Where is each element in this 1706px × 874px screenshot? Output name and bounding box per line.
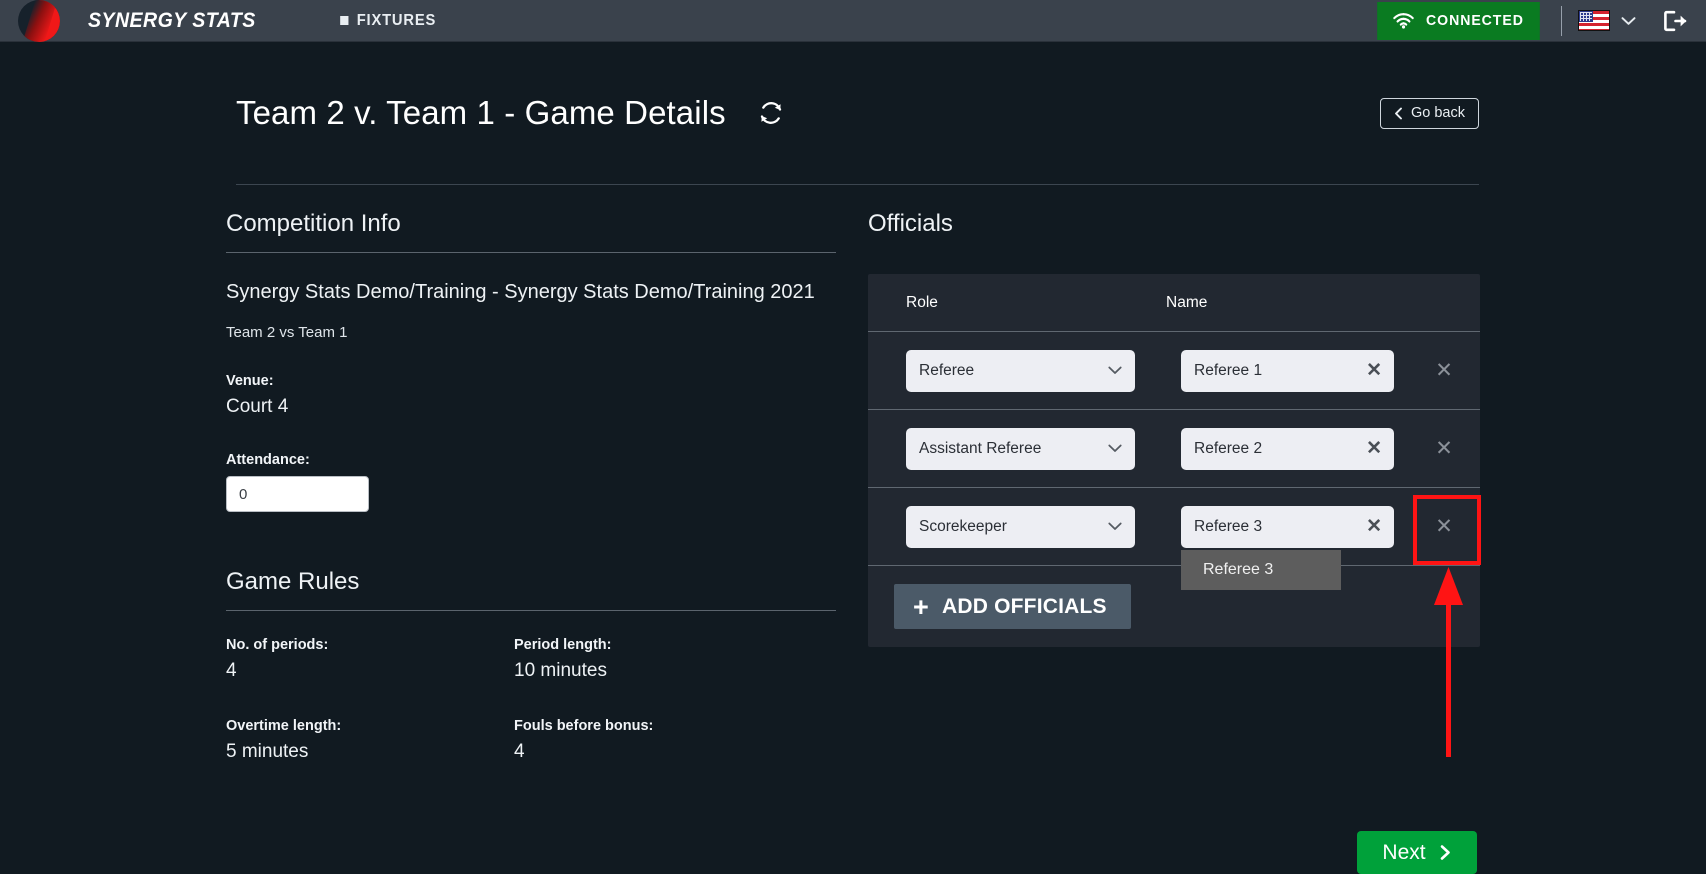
us-flag-icon[interactable] (1578, 10, 1610, 31)
square-bullet-icon (340, 16, 349, 25)
go-back-label: Go back (1411, 105, 1465, 121)
role-select[interactable]: Referee (906, 349, 1135, 392)
table-row: Scorekeeper Referee 3 ✕ ✕ Referee 3 (868, 488, 1481, 590)
competition-info-column: Competition Info Synergy Stats Demo/Trai… (226, 210, 836, 763)
rule-value: 10 minutes (514, 660, 607, 681)
table-row: Assistant Referee Referee 2 ✕ ✕ (868, 410, 1480, 488)
top-navigation-bar: SYNERGY STATS FIXTURES CONNECTED (0, 0, 1706, 42)
close-icon[interactable]: ✕ (1366, 516, 1382, 537)
rule-field: Period length: 10 minutes (514, 637, 836, 682)
officials-title: Officials (868, 210, 953, 237)
attendance-block: Attendance: (226, 452, 836, 512)
page-title: Team 2 v. Team 1 - Game Details (236, 94, 726, 131)
role-select-wrapper: Scorekeeper (906, 505, 1135, 548)
competition-name: Synergy Stats Demo/Training - Synergy St… (226, 281, 815, 303)
competition-matchup: Team 2 vs Team 1 (226, 324, 348, 341)
officials-table: Role Name Referee Referee 1 ✕ ✕ Assistan… (868, 274, 1481, 647)
app-logo[interactable] (0, 0, 78, 42)
nav-items: FIXTURES (336, 12, 440, 30)
attendance-input[interactable] (226, 476, 369, 512)
rule-value: 5 minutes (226, 741, 309, 762)
venue-block: Venue: Court 4 (226, 373, 836, 418)
nav-item-fixtures-label: FIXTURES (357, 11, 437, 29)
rule-field: No. of periods: 4 (226, 637, 514, 682)
role-select[interactable]: Assistant Referee (906, 427, 1135, 470)
add-officials-label: ADD OFFICIALS (941, 594, 1107, 618)
delete-official-row-button[interactable]: ✕ (1433, 359, 1455, 382)
chevron-down-icon[interactable] (1621, 16, 1636, 26)
officials-table-header: Role Name (868, 274, 1480, 332)
rule-value: 4 (514, 741, 525, 762)
page-content: Team 2 v. Team 1 - Game Details Go back … (0, 42, 1706, 874)
officials-column: Officials Role Name Referee Referee 1 ✕ (868, 210, 1481, 647)
competition-info-title: Competition Info (226, 210, 401, 237)
next-label: Next (1382, 840, 1426, 864)
game-rules-title: Game Rules (226, 568, 360, 595)
header-divider (236, 184, 1479, 185)
official-name-wrapper: Referee 2 ✕ (1181, 427, 1394, 470)
connection-status-label: CONNECTED (1426, 12, 1524, 29)
rule-field: Fouls before bonus: 4 (514, 718, 836, 763)
attendance-label: Attendance: (226, 452, 310, 468)
close-icon[interactable]: ✕ (1366, 360, 1382, 381)
venue-value: Court 4 (226, 396, 289, 417)
table-row: Referee Referee 1 ✕ ✕ (868, 332, 1480, 410)
rule-label: No. of periods: (226, 637, 329, 653)
rule-value: 4 (226, 660, 237, 681)
delete-official-row-button[interactable]: ✕ (1413, 494, 1481, 565)
wifi-icon (1393, 13, 1414, 29)
rule-field: Overtime length: 5 minutes (226, 718, 514, 763)
add-officials-button[interactable]: + ADD OFFICIALS (894, 584, 1131, 629)
synergy-logo-icon (18, 0, 60, 42)
column-header-role: Role (906, 293, 938, 311)
role-select-wrapper: Referee (906, 349, 1135, 392)
official-name-input[interactable]: Referee 1 (1181, 349, 1394, 392)
rule-label: Fouls before bonus: (514, 718, 654, 734)
game-rules-grid: No. of periods: 4 Period length: 10 minu… (226, 637, 836, 763)
official-name-wrapper: Referee 3 ✕ (1181, 505, 1394, 548)
close-icon[interactable]: ✕ (1366, 438, 1382, 459)
page-header-row: Team 2 v. Team 1 - Game Details Go back (236, 94, 1479, 132)
officials-table-footer: + ADD OFFICIALS (868, 566, 1480, 647)
chevron-left-icon (1395, 107, 1402, 119)
competition-info-divider (226, 252, 836, 253)
toolbar-divider (1561, 5, 1562, 36)
next-button[interactable]: Next (1357, 831, 1477, 874)
nav-item-fixtures[interactable]: FIXTURES (340, 11, 437, 30)
rule-label: Overtime length: (226, 718, 342, 734)
brand-title: SYNERGY STATS (88, 8, 256, 32)
official-name-input[interactable]: Referee 2 (1181, 427, 1394, 470)
role-select[interactable]: Scorekeeper (906, 505, 1135, 548)
official-name-wrapper: Referee 1 ✕ (1181, 349, 1394, 392)
rule-label: Period length: (514, 637, 612, 653)
chevron-right-icon (1440, 845, 1450, 860)
delete-official-row-button[interactable]: ✕ (1433, 437, 1455, 460)
venue-label: Venue: (226, 373, 274, 389)
official-name-input[interactable]: Referee 3 (1181, 505, 1394, 548)
refresh-button[interactable] (758, 100, 784, 126)
autocomplete-suggestion-item[interactable]: Referee 3 (1181, 550, 1341, 590)
refresh-icon (760, 102, 781, 124)
topbar-right-group: CONNECTED (1372, 0, 1706, 42)
plus-icon: + (913, 591, 929, 622)
logout-icon[interactable] (1662, 9, 1688, 33)
game-rules-divider (226, 610, 836, 611)
column-header-name: Name (1166, 293, 1208, 311)
go-back-button[interactable]: Go back (1380, 97, 1479, 129)
role-select-wrapper: Assistant Referee (906, 427, 1135, 470)
connection-status-badge[interactable]: CONNECTED (1377, 1, 1540, 40)
